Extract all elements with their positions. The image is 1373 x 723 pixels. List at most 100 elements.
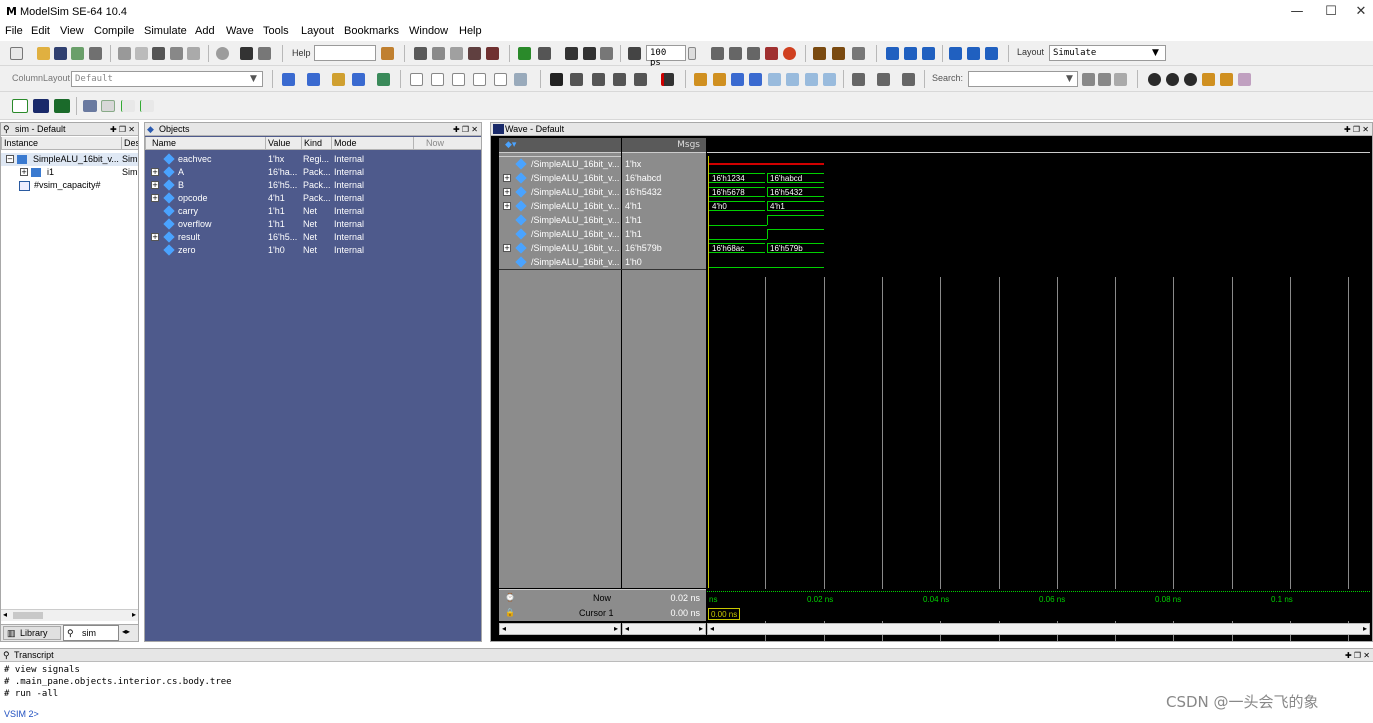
wave-add-icon[interactable] xyxy=(518,47,531,60)
step-up-icon[interactable] xyxy=(886,47,899,60)
dataflow-mode-icon[interactable] xyxy=(613,73,626,86)
chevron-down-icon[interactable]: ▼ xyxy=(250,74,257,84)
break-icon[interactable] xyxy=(216,47,229,60)
object-row[interactable]: eachvec 1'hx Regi... Internal xyxy=(145,153,481,166)
collapse-icon[interactable]: − xyxy=(6,155,14,163)
arrow-left-icon[interactable] xyxy=(583,47,596,60)
tree-row[interactable]: − SimpleALU_16bit_v... Sim xyxy=(1,153,138,166)
expand-icon[interactable]: + xyxy=(151,194,159,202)
add-dataflow-icon[interactable] xyxy=(352,73,365,86)
object-row[interactable]: + opcode 4'h1 Pack... Internal xyxy=(145,192,481,205)
zoom-mode-icon[interactable] xyxy=(570,73,583,86)
wave-signal-row[interactable]: + /SimpleALU_16bit_v... 16'h579b xyxy=(499,241,706,255)
new-file-icon[interactable] xyxy=(10,47,23,60)
undo-icon[interactable] xyxy=(170,47,183,60)
tree-row[interactable]: #vsim_capacity# xyxy=(1,179,138,192)
pane-controls-icon[interactable]: ✚ ❐ ✕ xyxy=(1344,123,1369,136)
pane-controls-icon[interactable]: ✚ ❐ ✕ xyxy=(1345,649,1370,662)
search-forward-icon[interactable] xyxy=(1082,73,1095,86)
zoom-in-icon[interactable] xyxy=(1148,73,1161,86)
col-value[interactable]: Value xyxy=(265,137,301,150)
redo-icon[interactable] xyxy=(187,47,200,60)
stop-sim-icon[interactable] xyxy=(783,47,796,60)
wave-search-input[interactable] xyxy=(968,71,1078,87)
help-lookup-icon[interactable] xyxy=(381,47,394,60)
insert-cursor-icon[interactable] xyxy=(661,73,674,86)
next-transition-icon[interactable] xyxy=(749,73,762,86)
maximize-button[interactable]: ☐ xyxy=(1316,2,1346,22)
open-folder-icon[interactable] xyxy=(37,47,50,60)
run-icon[interactable] xyxy=(711,47,724,60)
continue-icon[interactable] xyxy=(729,47,742,60)
col-design[interactable]: Des xyxy=(121,137,138,150)
wave-signal-row[interactable]: + /SimpleALU_16bit_v... 16'h5432 xyxy=(499,185,706,199)
menu-file[interactable]: File xyxy=(5,25,23,37)
cursor-lock-icon[interactable]: 🔒 xyxy=(505,608,515,617)
menu-bookmarks[interactable]: Bookmarks xyxy=(344,25,399,37)
tab-library[interactable]: ▥ Library xyxy=(3,626,61,640)
filter-input-icon[interactable] xyxy=(410,73,423,86)
wave-format-icon[interactable] xyxy=(12,99,28,113)
step-into-icon[interactable] xyxy=(813,47,826,60)
menu-tools[interactable]: Tools xyxy=(263,25,289,37)
filter-all-icon[interactable] xyxy=(494,73,507,86)
restart-icon[interactable] xyxy=(628,47,641,60)
wave-window-icon[interactable] xyxy=(33,99,49,113)
menu-add[interactable]: Add xyxy=(195,25,215,37)
step-icon[interactable] xyxy=(538,47,551,60)
pane-controls-icon[interactable]: ✚ ❐ ✕ xyxy=(110,123,135,136)
minimize-button[interactable]: — xyxy=(1282,2,1312,22)
tree-row[interactable]: + i1 Sim xyxy=(1,166,138,179)
object-row[interactable]: overflow 1'h1 Net Internal xyxy=(145,218,481,231)
save-icon[interactable] xyxy=(54,47,67,60)
step-out-icon[interactable] xyxy=(922,47,935,60)
wave-signal-row[interactable]: + /SimpleALU_16bit_v... 16'habcd xyxy=(499,171,706,185)
hand-icon[interactable] xyxy=(852,47,865,60)
chevron-down-icon[interactable]: ▼ xyxy=(1152,48,1159,58)
fall-icon[interactable] xyxy=(140,100,154,112)
compile-all-icon[interactable] xyxy=(432,47,445,60)
tab-scroll-icon[interactable]: ◂▸ xyxy=(122,627,130,636)
chevron-down-icon[interactable]: ▼ xyxy=(1066,74,1073,84)
menu-simulate[interactable]: Simulate xyxy=(144,25,187,37)
menu-wave[interactable]: Wave xyxy=(226,25,254,37)
collapse-icon[interactable] xyxy=(258,47,271,60)
reverse-continue-icon[interactable] xyxy=(985,47,998,60)
find-next-edge-icon[interactable] xyxy=(713,73,726,86)
close-button[interactable]: ✕ xyxy=(1346,2,1373,22)
zoom-last-icon[interactable] xyxy=(1238,73,1251,86)
print-icon[interactable] xyxy=(89,47,102,60)
goto-signal-icon[interactable] xyxy=(902,73,915,86)
step-back-icon[interactable] xyxy=(949,47,962,60)
break-sim-icon[interactable] xyxy=(468,47,481,60)
reverse-icon[interactable] xyxy=(967,47,980,60)
col-kind[interactable]: Kind xyxy=(301,137,331,150)
step-over-icon[interactable] xyxy=(832,47,845,60)
wave-signal-row[interactable]: /SimpleALU_16bit_v... 1'h1 xyxy=(499,213,706,227)
simulate-icon[interactable] xyxy=(450,47,463,60)
filter-output-icon[interactable] xyxy=(431,73,444,86)
paste-icon[interactable] xyxy=(152,47,165,60)
col-name[interactable]: Name xyxy=(145,137,265,150)
horizontal-scrollbar[interactable]: ◂ ▸ xyxy=(1,609,138,621)
scroll-thumb[interactable] xyxy=(13,612,43,619)
object-row[interactable]: + B 16'h5... Pack... Internal xyxy=(145,179,481,192)
expand-signal-icon[interactable] xyxy=(852,73,865,86)
search-options-icon[interactable] xyxy=(1114,73,1127,86)
expand-icon[interactable]: + xyxy=(151,233,159,241)
vsim-prompt[interactable]: VSIM 2> xyxy=(4,709,1104,721)
add-watch-icon[interactable] xyxy=(377,73,390,86)
col-mode[interactable]: Mode xyxy=(331,137,413,150)
zoom-out-icon[interactable] xyxy=(1166,73,1179,86)
menu-layout[interactable]: Layout xyxy=(301,25,334,37)
copy-icon[interactable] xyxy=(135,47,148,60)
zoom-cursor-icon[interactable] xyxy=(1202,73,1215,86)
zoom-range-icon[interactable] xyxy=(1220,73,1233,86)
menu-edit[interactable]: Edit xyxy=(31,25,50,37)
object-row[interactable]: + A 16'ha... Pack... Internal xyxy=(145,166,481,179)
expand-icon[interactable]: + xyxy=(20,168,28,176)
find-icon[interactable] xyxy=(240,47,253,60)
next-falling-icon[interactable] xyxy=(786,73,799,86)
search-back-icon[interactable] xyxy=(1098,73,1111,86)
arrow-right-icon[interactable] xyxy=(600,47,613,60)
